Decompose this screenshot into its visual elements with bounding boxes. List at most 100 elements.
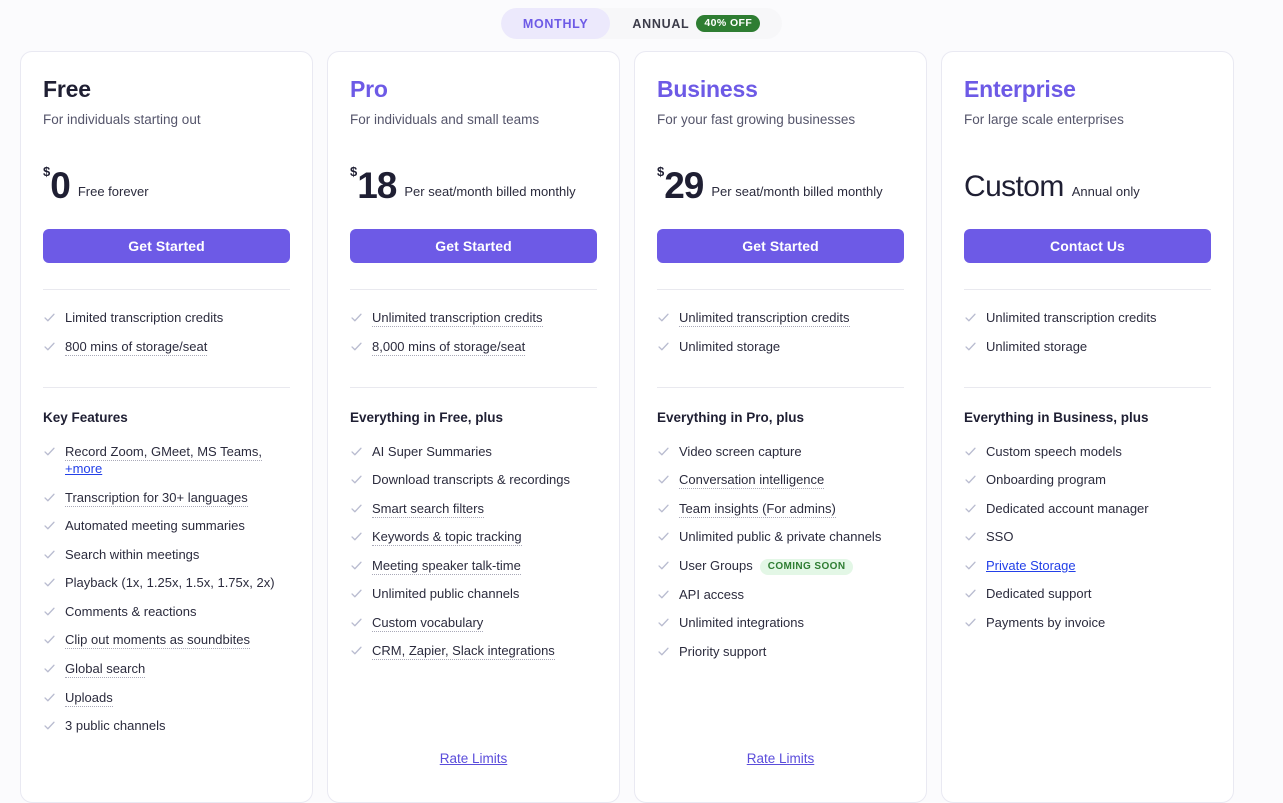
feature-text[interactable]: Uploads [65,690,113,707]
feature-item: Custom speech models [964,437,1211,466]
cta-button[interactable]: Get Started [657,229,904,263]
check-icon [964,311,977,324]
feature-text[interactable]: 800 mins of storage/seat [65,339,207,356]
feature-text: Payments by invoice [986,615,1105,630]
feature-label: Comments & reactions [65,603,197,621]
feature-item: Global search [43,654,290,683]
price-amount: 18 [357,168,396,203]
divider [964,387,1211,388]
feature-item: Private Storage [964,551,1211,580]
check-icon [350,340,363,353]
feature-text: Video screen capture [679,444,802,459]
feature-label: Unlimited storage [986,338,1087,356]
feature-label: Limited transcription credits [65,309,223,327]
check-icon [964,445,977,458]
feature-label: Dedicated account manager [986,500,1149,518]
more-link[interactable]: +more [65,461,102,476]
cta-button[interactable]: Get Started [43,229,290,263]
top-feature-list: Unlimited transcription creditsUnlimited… [657,304,904,361]
feature-text[interactable]: Team insights (For admins) [679,501,836,518]
feature-text[interactable]: Record Zoom, GMeet, MS Teams, [65,444,262,461]
feature-text: Priority support [679,644,766,659]
price-row: CustomAnnual only [964,159,1211,203]
feature-text: Unlimited storage [986,339,1087,354]
feature-text[interactable]: Meeting speaker talk-time [372,558,521,575]
feature-item: Uploads [43,683,290,712]
rate-limits-wrap [43,740,290,782]
feature-text[interactable]: Keywords & topic tracking [372,529,522,546]
feature-item: User GroupsCOMING SOON [657,551,904,580]
feature-text[interactable]: Transcription for 30+ languages [65,490,248,507]
rate-limits-wrap [964,740,1211,782]
feature-text: Limited transcription credits [65,310,223,325]
toggle-annual-label: ANNUAL [632,17,689,31]
check-icon [657,559,670,572]
check-icon [657,340,670,353]
pricing-card-enterprise: EnterpriseFor large scale enterprisesCus… [941,51,1234,803]
feature-text[interactable]: Clip out moments as soundbites [65,632,250,649]
feature-text[interactable]: 8,000 mins of storage/seat [372,339,525,356]
feature-text: Dedicated account manager [986,501,1149,516]
feature-text: Search within meetings [65,547,199,562]
plan-name: Business [657,76,904,102]
cta-button[interactable]: Get Started [350,229,597,263]
billing-toggle[interactable]: MONTHLY ANNUAL 40% OFF [501,8,782,39]
check-icon [43,719,56,732]
feature-text[interactable]: Unlimited transcription credits [679,310,850,327]
toggle-monthly-label: MONTHLY [523,17,589,31]
feature-list: Video screen capture Conversation intelli… [657,437,904,666]
check-icon [43,605,56,618]
check-icon [350,530,363,543]
feature-text: User Groups [679,558,753,573]
feature-list: Custom speech models Onboarding program De… [964,437,1211,637]
check-icon [350,616,363,629]
feature-label: 800 mins of storage/seat [65,338,207,356]
feature-text: Automated meeting summaries [65,518,245,533]
feature-label: Unlimited public & private channels [679,528,881,546]
check-icon [657,645,670,658]
feature-label: Automated meeting summaries [65,517,245,535]
feature-text[interactable]: CRM, Zapier, Slack integrations [372,643,555,660]
plan-name: Free [43,76,290,102]
toggle-option-monthly[interactable]: MONTHLY [501,8,611,39]
feature-text[interactable]: Smart search filters [372,501,484,518]
feature-label: Global search [65,660,145,678]
plan-tagline: For individuals starting out [43,111,290,129]
check-icon [350,559,363,572]
price-note: Per seat/month billed monthly [711,184,882,203]
feature-text: AI Super Summaries [372,444,492,459]
feature-item: Payments by invoice [964,608,1211,637]
price-row: $18Per seat/month billed monthly [350,159,597,203]
feature-label: Custom vocabulary [372,614,483,632]
check-icon [964,340,977,353]
check-icon [350,311,363,324]
check-icon [350,644,363,657]
rate-limits-wrap: Rate Limits [657,725,904,782]
feature-text[interactable]: Custom vocabulary [372,615,483,632]
price-note: Per seat/month billed monthly [404,184,575,203]
top-feature-item: Unlimited storage [964,333,1211,362]
feature-text: Unlimited integrations [679,615,804,630]
feature-label: Playback (1x, 1.25x, 1.5x, 1.75x, 2x) [65,574,275,592]
plan-name: Pro [350,76,597,102]
feature-text[interactable]: Unlimited transcription credits [372,310,543,327]
rate-limits-link[interactable]: Rate Limits [747,751,815,766]
toggle-option-annual[interactable]: ANNUAL 40% OFF [610,8,782,39]
feature-link[interactable]: Private Storage [986,558,1076,573]
feature-text[interactable]: Conversation intelligence [679,472,824,489]
divider [964,289,1211,290]
feature-label: Transcription for 30+ languages [65,489,248,507]
feature-label: Meeting speaker talk-time [372,557,521,575]
billing-toggle-wrap: MONTHLY ANNUAL 40% OFF [0,0,1283,39]
feature-text[interactable]: Global search [65,661,145,678]
feature-item: API access [657,580,904,609]
check-icon [43,691,56,704]
feature-label: Onboarding program [986,471,1106,489]
check-icon [350,587,363,600]
check-icon [43,662,56,675]
feature-label: CRM, Zapier, Slack integrations [372,642,555,660]
check-icon [43,311,56,324]
check-icon [964,530,977,543]
rate-limits-link[interactable]: Rate Limits [440,751,508,766]
cta-button[interactable]: Contact Us [964,229,1211,263]
